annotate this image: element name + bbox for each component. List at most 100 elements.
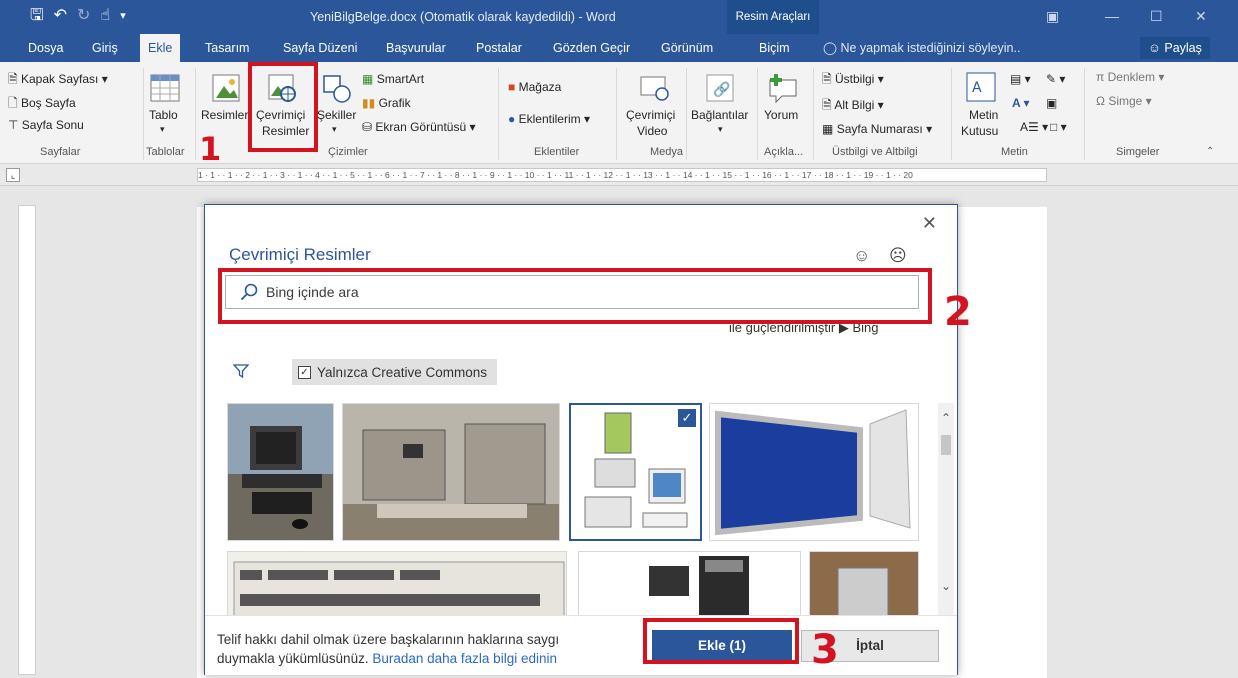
tab-home[interactable]: Giriş xyxy=(92,34,118,62)
links-dropdown-icon[interactable]: ▾ xyxy=(718,124,723,135)
mainframe-image xyxy=(343,404,559,540)
tab-review[interactable]: Gözden Geçir xyxy=(553,34,630,62)
comment-label[interactable]: Yorum xyxy=(764,108,798,122)
textbox-icon[interactable]: A xyxy=(966,72,996,102)
header-button[interactable]: 🗎 Üstbilgi ▾ xyxy=(822,70,884,91)
vertical-ruler[interactable] xyxy=(18,205,36,675)
symbol-button[interactable]: Ω Simge ▾ xyxy=(1096,94,1152,108)
date-time-icon[interactable]: ▣ xyxy=(1046,96,1057,110)
tab-references[interactable]: Başvurular xyxy=(386,34,446,62)
table-label: Tablo xyxy=(149,108,178,122)
links-icon[interactable]: 🔗 xyxy=(706,74,734,102)
quick-access-toolbar: 🖫 ↶ ↻ ☝ ▾ xyxy=(30,6,126,26)
tab-file[interactable]: Dosya xyxy=(28,34,63,62)
customize-qat-icon[interactable]: ▾ xyxy=(120,6,126,26)
shapes-icon[interactable] xyxy=(322,74,352,104)
textbox-label-2[interactable]: Kutusu xyxy=(961,124,998,138)
smile-icon[interactable]: ☺ xyxy=(853,246,870,266)
shapes-dropdown-icon[interactable]: ▾ xyxy=(332,124,337,135)
wordart-icon[interactable]: A ▾ xyxy=(1012,96,1030,110)
title-bar: 🖫 ↶ ↻ ☝ ▾ YeniBilgBelge.docx (Otomatik o… xyxy=(0,0,1238,34)
shapes-label[interactable]: Şekiller xyxy=(317,108,356,122)
cover-page-button[interactable]: 🗎 Kapak Sayfası ▾ xyxy=(8,70,108,91)
page-break-button[interactable]: ⊤ Sayfa Sonu xyxy=(8,118,84,132)
signature-line-icon[interactable]: ✎ ▾ xyxy=(1046,72,1065,86)
minimize-icon[interactable]: — xyxy=(1105,8,1119,24)
tab-layout[interactable]: Sayfa Düzeni xyxy=(283,34,357,62)
close-window-icon[interactable]: ✕ xyxy=(1195,8,1207,25)
comment-icon[interactable] xyxy=(766,72,800,104)
group-text-label: Metin xyxy=(1001,146,1028,158)
image-result-selected[interactable]: ✓ xyxy=(569,403,702,541)
horizontal-ruler[interactable]: 1 · 1 · · 1 · · 2 · · 1 · · 3 · · 1 · · … xyxy=(197,168,1047,182)
page-break-label: Sayfa Sonu xyxy=(21,118,84,132)
table-dropdown-icon[interactable]: ▾ xyxy=(160,124,165,135)
frown-icon[interactable]: ☹ xyxy=(889,246,907,266)
group-divider xyxy=(1084,68,1085,160)
ribbon-display-icon[interactable]: ▣ xyxy=(1046,8,1059,25)
blank-page-label: Boş Sayfa xyxy=(20,96,76,110)
screenshot-button[interactable]: ⛁ Ekran Görüntüsü ▾ xyxy=(362,120,475,134)
tab-format[interactable]: Biçim xyxy=(759,34,790,62)
group-divider xyxy=(616,68,617,160)
image-result[interactable] xyxy=(227,551,567,615)
drop-cap-icon[interactable]: A☰ ▾ xyxy=(1020,120,1048,134)
tab-insert[interactable]: Ekle xyxy=(140,34,181,62)
image-result[interactable] xyxy=(227,403,334,541)
group-divider xyxy=(686,68,687,160)
smartart-button[interactable]: ▦ SmartArt xyxy=(362,72,424,86)
quick-parts-icon[interactable]: ▤ ▾ xyxy=(1010,72,1031,86)
tab-selector-icon[interactable]: ⌞ xyxy=(6,168,20,182)
share-button[interactable]: ☺ Paylaş xyxy=(1140,37,1210,59)
textbox-label-1[interactable]: Metin xyxy=(969,108,998,122)
highlight-box-3 xyxy=(643,618,799,664)
selected-check-icon: ✓ xyxy=(678,409,696,427)
chart-label: Grafik xyxy=(378,96,411,110)
scroll-down-icon[interactable]: ⌄ xyxy=(938,579,954,597)
pictures-icon[interactable] xyxy=(212,74,240,102)
group-divider xyxy=(143,68,144,160)
filter-icon[interactable] xyxy=(233,363,249,379)
image-result[interactable] xyxy=(578,551,801,615)
window-title: YeniBilgBelge.docx (Otomatik olarak kayd… xyxy=(310,10,616,24)
my-addins-button[interactable]: ● Eklentilerim ▾ xyxy=(508,112,590,126)
tab-view[interactable]: Görünüm xyxy=(661,34,713,62)
tab-mailings[interactable]: Postalar xyxy=(476,34,522,62)
table-icon[interactable] xyxy=(150,74,180,102)
tell-me-box[interactable]: ◯ Ne yapmak istediğinizi söyleyin.. xyxy=(823,34,1020,62)
online-video-label-1[interactable]: Çevrimiçi xyxy=(626,108,675,122)
image-result[interactable] xyxy=(709,403,919,541)
tab-design[interactable]: Tasarım xyxy=(205,34,249,62)
scroll-thumb[interactable] xyxy=(941,435,951,455)
group-divider xyxy=(195,68,196,160)
online-video-icon[interactable] xyxy=(640,74,670,102)
annotation-number-3: 3 xyxy=(811,627,839,673)
image-result[interactable] xyxy=(809,551,919,615)
footer-button[interactable]: 🗎 Alt Bilgi ▾ xyxy=(822,96,884,117)
learn-more-link[interactable]: Buradan daha fazla bilgi edinin xyxy=(372,651,557,666)
store-button[interactable]: ■ Mağaza xyxy=(508,80,561,94)
collapse-ribbon-icon[interactable]: ⌃ xyxy=(1206,146,1214,157)
redo-icon[interactable]: ↻ xyxy=(77,6,90,26)
object-icon[interactable]: □ ▾ xyxy=(1050,120,1067,134)
save-icon[interactable]: 🖫 xyxy=(30,6,44,26)
maximize-icon[interactable]: ☐ xyxy=(1150,8,1163,25)
blank-page-button[interactable]: 🗋 Boş Sayfa xyxy=(8,94,76,115)
undo-icon[interactable]: ↶ xyxy=(54,6,67,26)
chart-button[interactable]: ▮▮ Grafik xyxy=(362,96,411,110)
scroll-up-icon[interactable]: ⌃ xyxy=(938,411,954,429)
online-video-label-2[interactable]: Video xyxy=(637,124,667,138)
results-scrollbar[interactable]: ⌃ ⌄ xyxy=(938,403,954,615)
pictures-label: Resimler xyxy=(201,108,249,122)
links-label[interactable]: Bağlantılar xyxy=(691,108,748,122)
close-icon[interactable]: ✕ xyxy=(922,213,937,234)
touch-mode-icon[interactable]: ☝ xyxy=(100,6,110,26)
equation-button[interactable]: π Denklem ▾ xyxy=(1096,70,1164,84)
ribbon-insert: 🗎 Kapak Sayfası ▾ 🗋 Boş Sayfa ⊤ Sayfa So… xyxy=(0,62,1238,164)
page-number-button[interactable]: ▦ Sayfa Numarası ▾ xyxy=(822,122,932,136)
image-result[interactable] xyxy=(342,403,560,541)
creative-commons-checkbox[interactable]: ✓ xyxy=(298,365,311,379)
store-icon: ■ xyxy=(508,80,516,94)
highlight-box-2 xyxy=(218,268,932,324)
creative-commons-filter[interactable]: ✓ Yalnızca Creative Commons xyxy=(292,359,498,385)
